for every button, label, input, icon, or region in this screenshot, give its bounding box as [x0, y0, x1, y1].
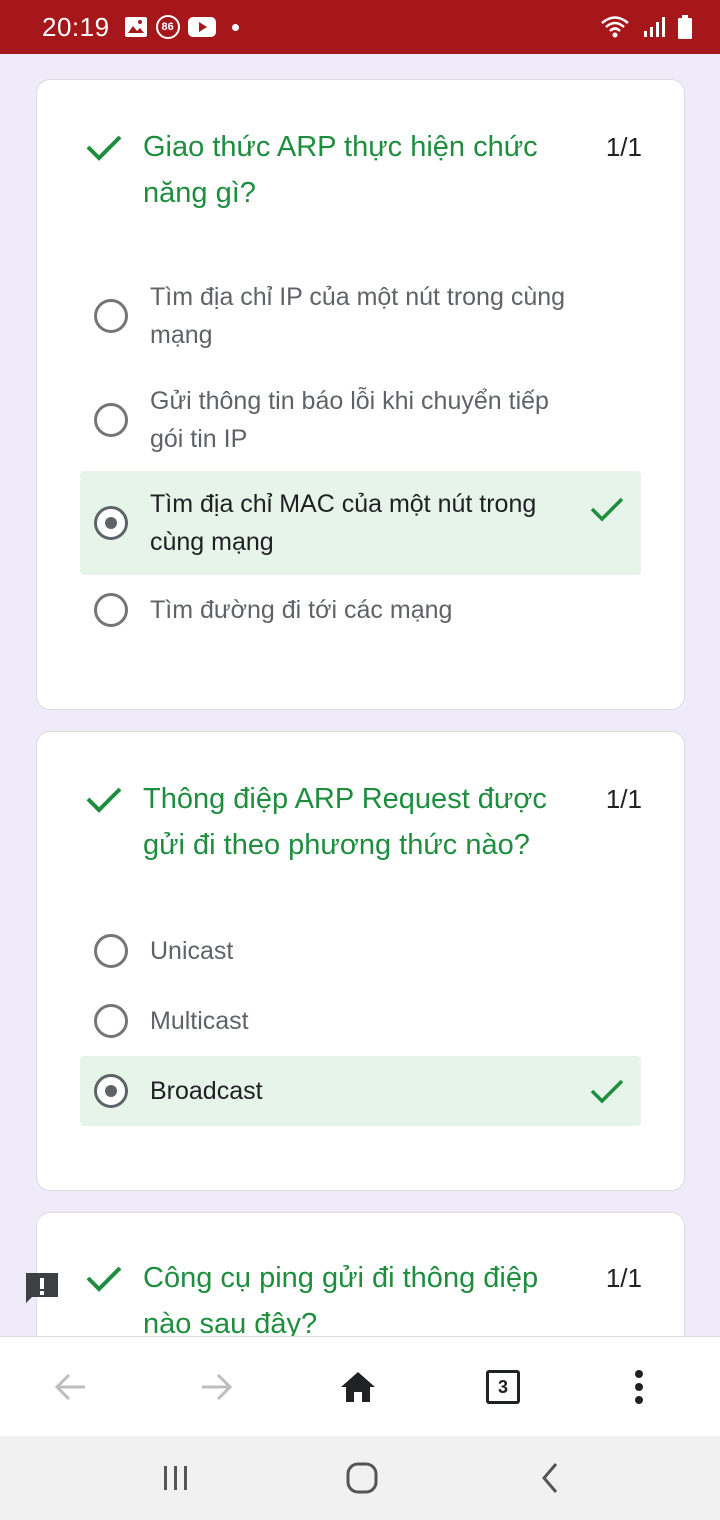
option-label: Tìm địa chỉ MAC của một nút trong cùng m…	[150, 490, 537, 556]
back-button[interactable]	[50, 1367, 90, 1407]
option-label: Unicast	[150, 937, 234, 965]
back-arrow-icon	[54, 1373, 85, 1401]
question-card-3: Công cụ ping gửi đi thông điệp nào sau đ…	[36, 1212, 685, 1336]
option-1[interactable]: Tìm địa chỉ IP của một nút trong cùng mạ…	[80, 278, 641, 354]
radio-button[interactable]	[94, 299, 128, 333]
question-title: Thông điệp ARP Request được gửi đi theo …	[143, 783, 547, 861]
option-4[interactable]: Tìm đường đi tới các mạng	[80, 591, 641, 629]
menu-button[interactable]	[619, 1367, 659, 1407]
radio-button[interactable]	[94, 403, 128, 437]
home-icon	[341, 1372, 375, 1402]
status-system-icons	[600, 15, 692, 39]
option-label: Broadcast	[150, 1077, 263, 1105]
back-icon[interactable]	[530, 1458, 570, 1498]
question-title: Công cụ ping gửi đi thông điệp nào sau đ…	[143, 1262, 539, 1336]
radio-button[interactable]	[94, 593, 128, 627]
question-score: 1/1	[605, 1263, 642, 1293]
battery-icon	[678, 15, 692, 39]
badge-86-icon: 86	[155, 15, 180, 39]
system-nav-bar	[0, 1436, 720, 1520]
question-header: Công cụ ping gửi đi thông điệp nào sau đ…	[83, 1255, 642, 1336]
correct-check-icon	[86, 787, 122, 813]
tab-switcher-button[interactable]: 3	[483, 1367, 523, 1407]
radio-button[interactable]	[94, 934, 128, 968]
question-header: Giao thức ARP thực hiện chức năng gì? 1/…	[83, 124, 642, 216]
question-score: 1/1	[605, 784, 642, 814]
browser-toolbar: 3	[0, 1336, 720, 1436]
correct-check-icon	[86, 1266, 122, 1292]
home-button[interactable]	[338, 1367, 378, 1407]
question-header: Thông điệp ARP Request được gửi đi theo …	[83, 776, 642, 868]
radio-button-selected[interactable]	[94, 506, 128, 540]
correct-check-icon	[86, 135, 122, 161]
signal-icon	[644, 17, 665, 37]
question-title: Giao thức ARP thực hiện chức năng gì?	[143, 131, 538, 209]
correct-check-icon	[590, 1079, 624, 1104]
status-notification-icons: 86	[124, 15, 239, 39]
tab-count: 3	[486, 1370, 520, 1404]
recents-icon[interactable]	[156, 1458, 196, 1498]
question-score: 1/1	[605, 132, 642, 162]
correct-check-icon	[590, 497, 624, 522]
option-3-correct[interactable]: Broadcast	[80, 1056, 641, 1126]
notification-dot-icon	[231, 23, 239, 31]
wifi-icon	[601, 16, 629, 38]
status-bar: 20:19 86	[0, 0, 720, 54]
forward-button[interactable]	[197, 1367, 237, 1407]
option-label: Multicast	[150, 1007, 249, 1035]
option-label: Tìm đường đi tới các mạng	[150, 596, 453, 624]
forward-arrow-icon	[202, 1373, 233, 1401]
home-circle-icon[interactable]	[342, 1458, 382, 1498]
option-2[interactable]: Multicast	[80, 1002, 641, 1040]
feedback-icon[interactable]	[24, 1271, 60, 1305]
option-3-correct[interactable]: Tìm địa chỉ MAC của một nút trong cùng m…	[80, 471, 641, 575]
option-1[interactable]: Unicast	[80, 932, 641, 970]
screen: 20:19 86 Giao thức ARP thực hiện chức nă…	[0, 0, 720, 1520]
radio-button[interactable]	[94, 1004, 128, 1038]
image-icon	[124, 17, 147, 37]
option-label: Tìm địa chỉ IP của một nút trong cùng mạ…	[150, 283, 566, 349]
option-2[interactable]: Gửi thông tin báo lỗi khi chuyển tiếp gó…	[80, 382, 641, 458]
status-time: 20:19	[42, 11, 110, 42]
quiz-results[interactable]: Giao thức ARP thực hiện chức năng gì? 1/…	[0, 54, 720, 1336]
youtube-icon	[187, 17, 216, 37]
more-vert-icon	[635, 1370, 643, 1404]
question-card-2: Thông điệp ARP Request được gửi đi theo …	[36, 731, 685, 1191]
radio-button-selected[interactable]	[94, 1074, 128, 1108]
option-label: Gửi thông tin báo lỗi khi chuyển tiếp gó…	[150, 387, 549, 453]
question-card-1: Giao thức ARP thực hiện chức năng gì? 1/…	[36, 79, 685, 710]
